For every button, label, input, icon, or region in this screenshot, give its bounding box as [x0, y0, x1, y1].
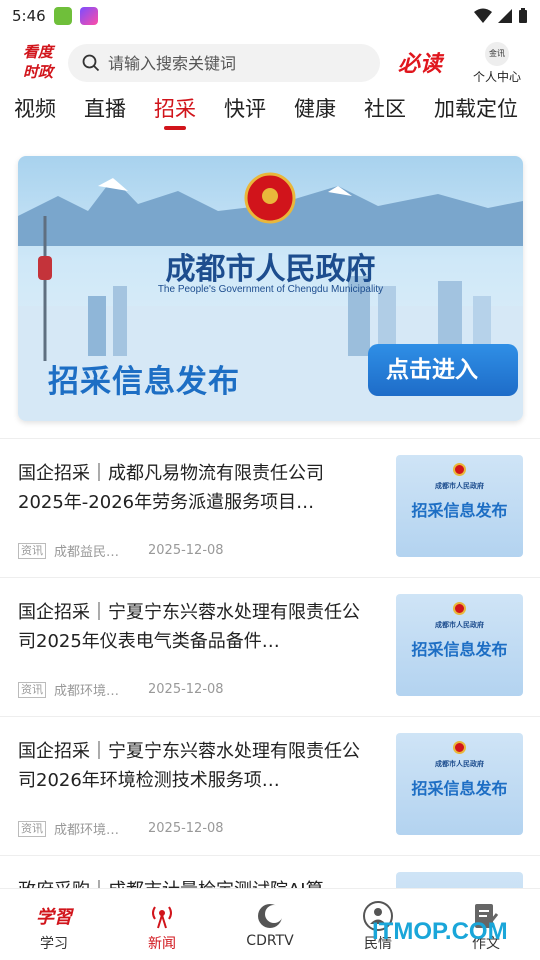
nav-study[interactable]: 学習 学习 [0, 889, 108, 960]
thumbnail-caption: 成都市人民政府 [435, 481, 484, 490]
search-icon [82, 54, 100, 72]
article-thumbnail: 成都市人民政府 招采信息发布 [396, 594, 523, 696]
thumbnail-caption: 成都市人民政府 [435, 759, 484, 768]
search-bar[interactable] [68, 44, 380, 82]
enter-button[interactable]: 点击进入 [368, 344, 518, 396]
article-title: 国企招采｜宁夏宁东兴蓉水处理有限责任公司2026年环境检测技术服务项… [18, 741, 360, 791]
thumbnail-caption: 成都市人民政府 [435, 620, 484, 629]
search-input[interactable] [108, 53, 358, 73]
nav-cdrtv[interactable]: CDRTV [216, 889, 324, 960]
emblem-icon [453, 741, 466, 754]
nav-news[interactable]: 新闻 [108, 889, 216, 960]
cdrtv-icon [258, 904, 283, 928]
thumbnail-headline: 招采信息发布 [411, 640, 508, 659]
article-source: 成都益民… [54, 545, 120, 560]
procurement-banner[interactable]: 成都市人民政府 The People's Government of Cheng… [18, 156, 523, 421]
article-thumbnail [396, 872, 523, 888]
nav-label: 新闻 [148, 936, 176, 952]
personal-center-button[interactable]: 金讯 个人中心 [462, 42, 532, 85]
must-read-button[interactable]: 必读 [398, 46, 454, 80]
article-title: 政府采购｜成都市计量检定测试院AI算 [18, 876, 368, 888]
app-notification-icon [53, 7, 72, 25]
article-source: 成都环境… [54, 823, 120, 838]
news-broadcast-icon [152, 906, 172, 929]
watermark-text: ITMOP.COM [372, 918, 508, 945]
tab-live[interactable]: 直播 [70, 90, 140, 130]
nav-label: 学习 [40, 936, 68, 952]
list-item[interactable]: 政府采购｜成都市计量检定测试院AI算 [0, 856, 540, 888]
tab-video[interactable]: 视频 [0, 90, 70, 130]
channel-tabs: 视频 直播 招采 快评 健康 社区 加载定位 [0, 90, 540, 134]
article-thumbnail: 成都市人民政府 招采信息发布 [396, 733, 523, 835]
article-date: 2025-12-08 [148, 543, 224, 558]
emblem-icon [453, 463, 466, 476]
article-tag: 资讯 [18, 820, 46, 837]
app-notification-icon-2 [79, 7, 98, 25]
thumbnail-headline: 招采信息发布 [411, 779, 508, 798]
article-source: 成都环境… [54, 684, 120, 699]
personal-center-label: 个人中心 [472, 70, 521, 84]
status-bar: 5:46 [0, 0, 540, 32]
article-thumbnail: 成都市人民政府 招采信息发布 [396, 455, 523, 557]
banner-subtitle: The People's Government of Chengdu Munic… [157, 284, 384, 295]
article-tag: 资讯 [18, 542, 46, 559]
article-meta: 资讯 成都环境… 2025-12-08 [18, 680, 224, 699]
article-tag: 资讯 [18, 681, 46, 698]
list-item[interactable]: 国企招采｜宁夏宁东兴蓉水处理有限责任公司2025年仪表电气类备品备件… 资讯 成… [0, 578, 540, 716]
list-item[interactable]: 国企招采｜成都凡易物流有限责任公司2025年-2026年劳务派遣服务项目… 资讯… [0, 439, 540, 577]
nav-label: CDRTV [246, 933, 294, 949]
status-time: 5:46 [12, 7, 46, 25]
study-icon: 学習 [36, 907, 72, 928]
banner-title: 成都市人民政府 [165, 252, 376, 287]
tab-procurement[interactable]: 招采 [140, 90, 210, 130]
tab-community[interactable]: 社区 [350, 90, 420, 130]
emblem-icon [453, 602, 466, 615]
wifi-icon [474, 8, 492, 23]
tab-load-location[interactable]: 加载定位 [420, 90, 532, 130]
article-meta: 资讯 成都环境… 2025-12-08 [18, 819, 224, 838]
battery-icon [519, 8, 527, 23]
thumbnail-headline: 招采信息发布 [411, 501, 508, 520]
article-date: 2025-12-08 [148, 821, 224, 836]
avatar: 金讯 [485, 42, 509, 66]
signal-icon [498, 9, 512, 23]
article-title: 国企招采｜成都凡易物流有限责任公司2025年-2026年劳务派遣服务项目… [18, 463, 324, 513]
tab-health[interactable]: 健康 [280, 90, 350, 130]
article-date: 2025-12-08 [148, 682, 224, 697]
list-item[interactable]: 国企招采｜宁夏宁东兴蓉水处理有限责任公司2026年环境检测技术服务项… 资讯 成… [0, 717, 540, 855]
top-bar: 看度时政 必读 金讯 个人中心 [0, 40, 540, 88]
article-title: 国企招采｜宁夏宁东兴蓉水处理有限责任公司2025年仪表电气类备品备件… [18, 602, 360, 652]
tab-commentary[interactable]: 快评 [210, 90, 280, 130]
banner-headline: 招采信息发布 [48, 364, 240, 400]
app-logo[interactable]: 看度时政 [16, 42, 60, 86]
article-meta: 资讯 成都益民… 2025-12-08 [18, 541, 224, 560]
